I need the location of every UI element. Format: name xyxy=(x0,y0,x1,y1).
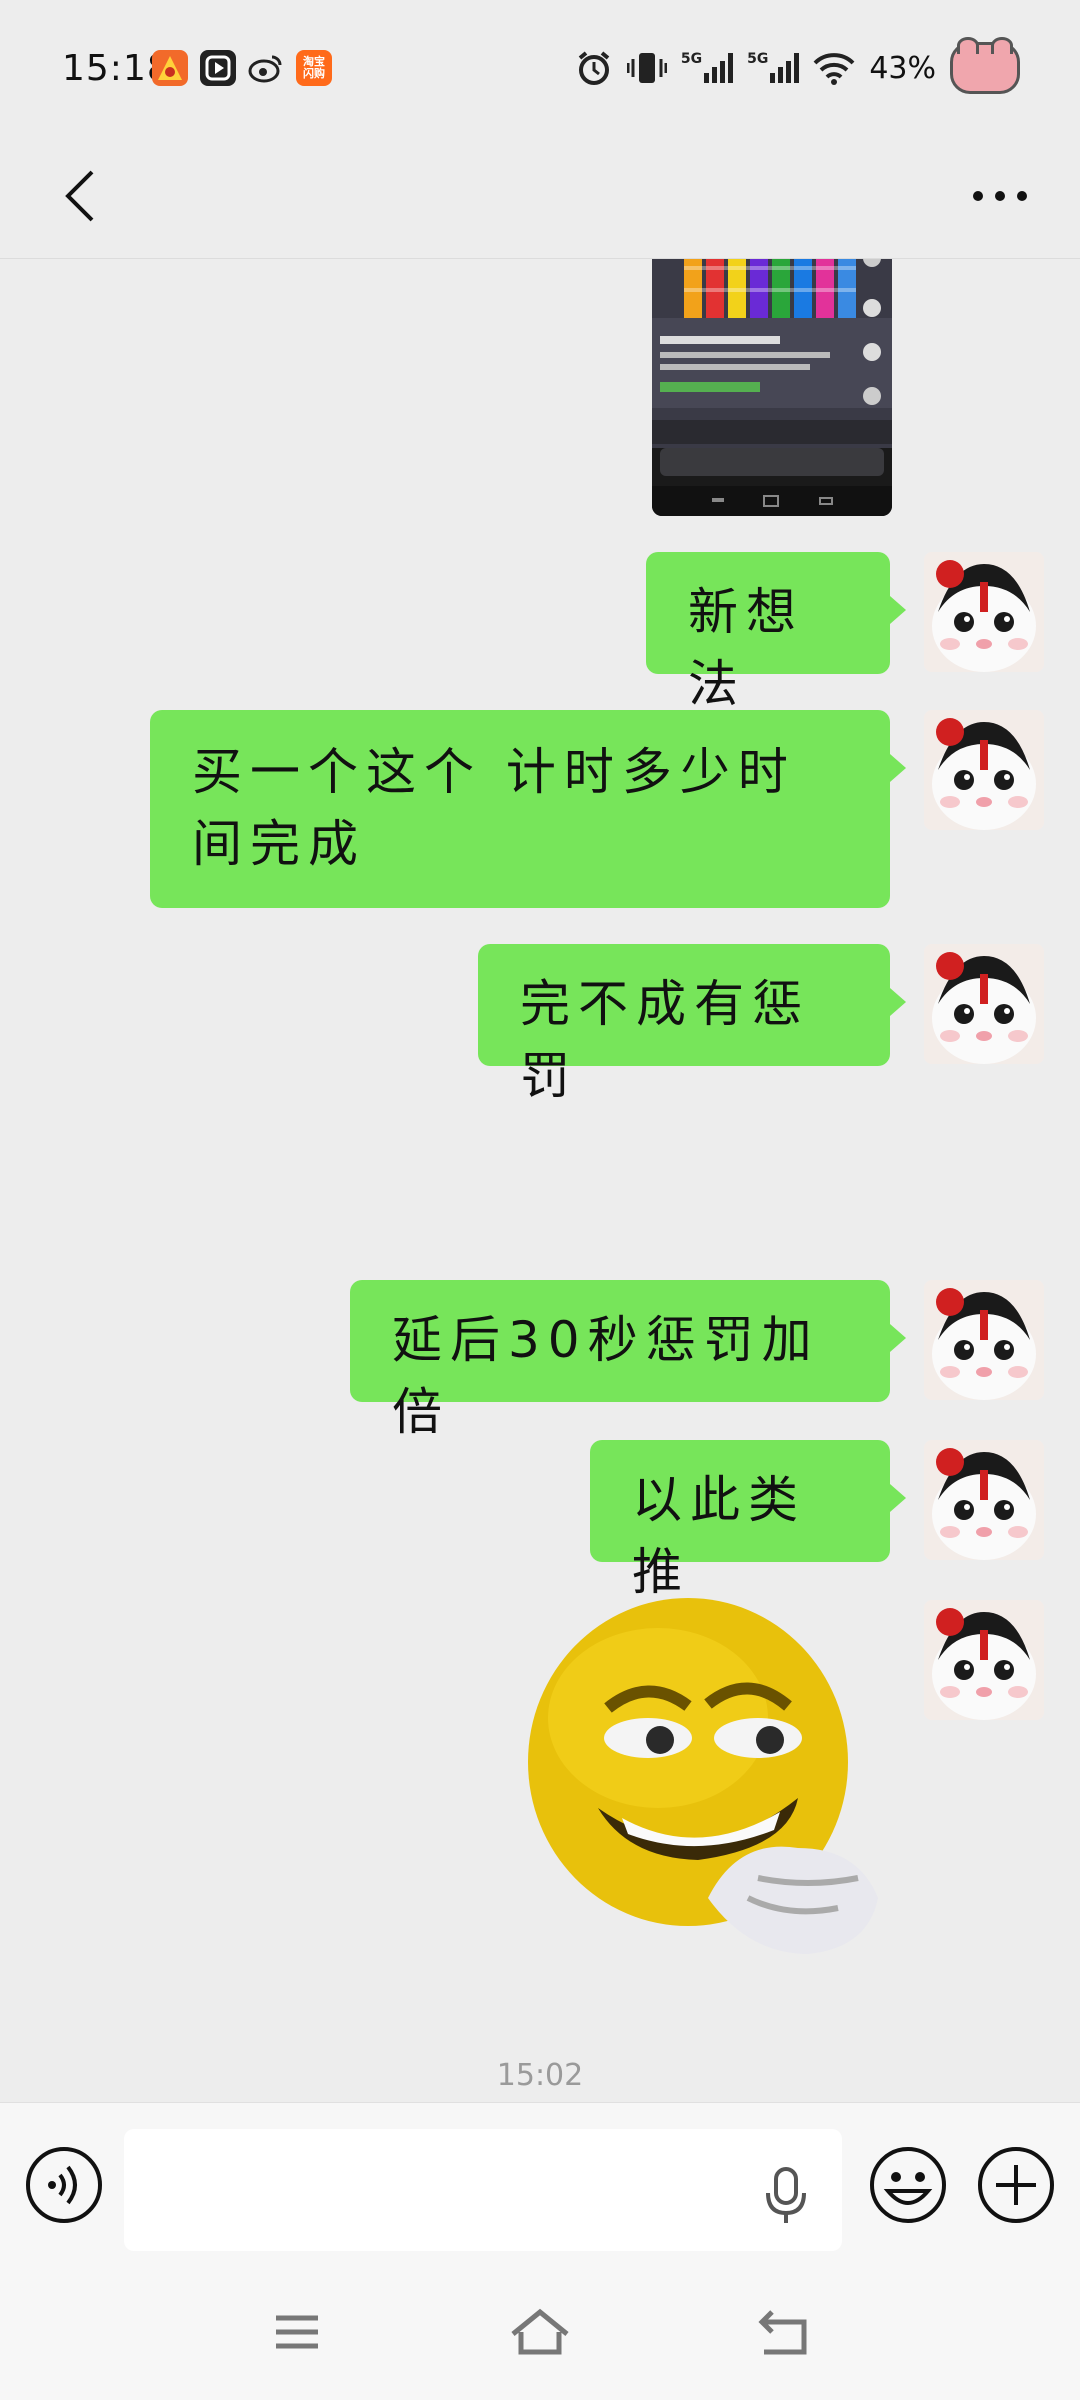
battery-percent: 43% xyxy=(869,50,936,86)
more-dots-icon xyxy=(973,191,1027,201)
message-bubble[interactable]: 延后30秒惩罚加倍 xyxy=(350,1280,906,1441)
game-app-icon xyxy=(152,50,188,86)
microphone-icon[interactable] xyxy=(762,2165,810,2225)
menu-button[interactable] xyxy=(262,2302,332,2362)
message-input[interactable] xyxy=(124,2129,842,2251)
shared-screenshot-image[interactable] xyxy=(652,258,892,516)
avatar[interactable] xyxy=(924,710,1044,830)
chat-header xyxy=(0,130,1080,259)
message-text: 延后30秒惩罚加倍 xyxy=(392,1311,820,1441)
avatar[interactable] xyxy=(924,1600,1044,1720)
wifi-icon xyxy=(813,51,855,85)
vibrate-icon xyxy=(626,49,667,87)
avatar[interactable] xyxy=(924,1440,1044,1560)
return-icon xyxy=(758,2310,807,2355)
more-functions-button[interactable] xyxy=(976,2145,1056,2225)
signal-5g-icon-2: 5G xyxy=(747,51,800,83)
voice-icon xyxy=(26,2147,102,2223)
message-bubble[interactable]: 新想法 xyxy=(646,552,906,713)
system-navigation-bar xyxy=(0,2262,1080,2400)
message-bubble[interactable]: 买一个这个 计时多少时间完成 xyxy=(150,710,906,908)
weibo-icon xyxy=(248,50,284,86)
battery-cat-icon xyxy=(950,37,1020,94)
message-text: 以此类推 xyxy=(632,1471,806,1601)
message-text: 买一个这个 计时多少时间完成 xyxy=(192,743,796,873)
emoji-button[interactable] xyxy=(868,2145,948,2225)
notification-icons: 淘宝 闪购 xyxy=(152,50,332,86)
back-button[interactable] xyxy=(40,156,120,236)
avatar[interactable] xyxy=(924,1280,1044,1400)
network-label-2: 5G xyxy=(747,51,769,67)
message-bubble[interactable]: 完不成有惩罚 xyxy=(478,944,906,1105)
input-bar xyxy=(0,2102,1080,2263)
message-bubble[interactable]: 以此类推 xyxy=(590,1440,906,1601)
menu-lines-icon xyxy=(276,2315,318,2349)
smirk-emoji-sticker[interactable] xyxy=(528,1598,888,1958)
back-system-button[interactable] xyxy=(748,2302,818,2362)
chevron-left-icon xyxy=(65,170,94,222)
avatar[interactable] xyxy=(924,944,1044,1064)
message-timestamp: 15:02 xyxy=(496,2058,584,2093)
message-text: 完不成有惩罚 xyxy=(520,975,810,1105)
taobao-icon: 淘宝 闪购 xyxy=(296,50,332,86)
chat-messages[interactable]: 新想法 买一个这个 计时多少时间完成 完不成有惩罚 延后30秒惩罚加倍 以此类推… xyxy=(0,258,1080,2102)
avatar[interactable] xyxy=(924,552,1044,672)
plus-icon xyxy=(978,2147,1054,2223)
voice-input-button[interactable] xyxy=(24,2145,104,2225)
network-label-1: 5G xyxy=(680,51,703,67)
alarm-icon xyxy=(575,49,613,87)
home-icon xyxy=(511,2308,569,2355)
home-button[interactable] xyxy=(505,2302,575,2362)
signal-5g-icon: 5G xyxy=(680,51,734,83)
message-text: 新想法 xyxy=(688,583,804,713)
smiley-icon xyxy=(870,2147,946,2223)
video-app-icon xyxy=(200,50,236,86)
more-options-button[interactable] xyxy=(950,156,1050,236)
status-indicators: 5G 5G 43% xyxy=(575,37,1020,94)
status-bar: 15:18 淘宝 闪购 5G 5G 43% xyxy=(0,0,1080,130)
